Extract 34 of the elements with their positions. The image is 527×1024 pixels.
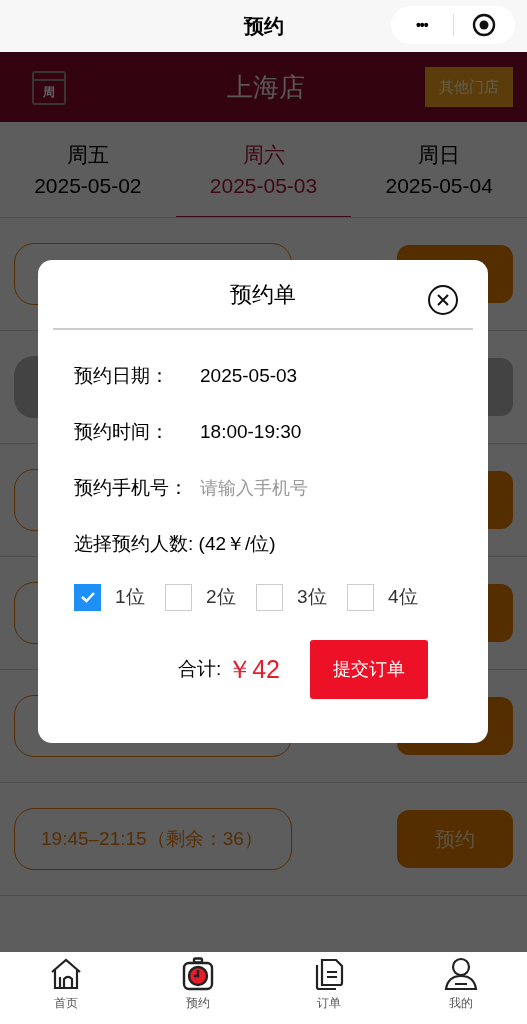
option-label: 3位: [297, 584, 328, 609]
field-label: 预约日期：: [74, 363, 170, 388]
checkbox[interactable]: [165, 583, 192, 611]
option-label: 2位: [206, 584, 237, 609]
date-tab[interactable]: 周五 2025-05-02: [0, 122, 176, 217]
option-label: 1位: [115, 584, 146, 609]
checkbox[interactable]: [256, 583, 283, 611]
dialog-title: 预约单: [230, 280, 296, 309]
checkbox[interactable]: [347, 583, 374, 611]
store-name: 上海店: [225, 70, 306, 104]
page-title: 预约: [243, 14, 284, 39]
field-label: 预约时间：: [74, 419, 170, 444]
field-value: 18:00-19:30: [200, 419, 302, 444]
submit-order-button[interactable]: 提交订单: [310, 640, 428, 699]
field-value: 2025-05-03: [200, 363, 298, 388]
phone-field[interactable]: 请输入手机号: [200, 474, 400, 502]
calendar-icon[interactable]: 周: [32, 71, 66, 105]
total-amount: ￥42: [227, 653, 280, 685]
close-icon[interactable]: [428, 285, 458, 315]
checkbox[interactable]: [74, 583, 101, 611]
date-tab[interactable]: 周日 2025-05-04: [351, 122, 527, 217]
more-button[interactable]: •••: [391, 14, 453, 36]
field-label: 预约手机号：: [74, 475, 189, 500]
capsule-menu[interactable]: •••: [391, 6, 515, 44]
tab-bar-item[interactable]: 订单: [263, 952, 396, 1024]
total-label: 合计:: [177, 657, 222, 682]
tab-bar-item[interactable]: 预约: [131, 952, 264, 1024]
option-label: 4位: [388, 584, 419, 609]
party-size-label: 选择预约人数: (42￥/位): [74, 531, 276, 556]
date-tab[interactable]: 周六 2025-05-03: [175, 122, 352, 217]
tab-bar-item[interactable]: 我的: [395, 952, 527, 1024]
time-slot: 19:45–21:15（剩余：36）: [14, 808, 292, 870]
close-target-icon[interactable]: [472, 13, 497, 37]
tab-bar-item[interactable]: 首页: [0, 952, 132, 1024]
